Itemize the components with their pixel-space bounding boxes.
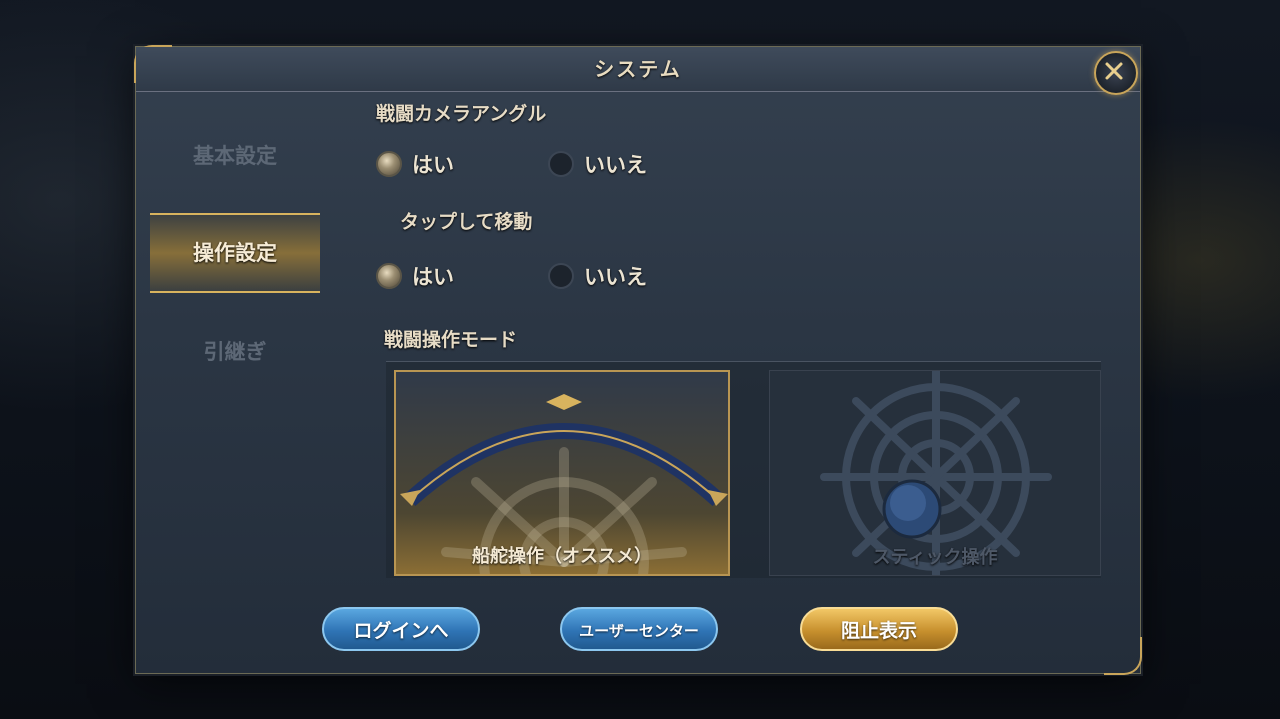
sidebar-item-transfer[interactable]: 引継ぎ [150, 327, 320, 377]
login-button[interactable]: ログインへ [322, 607, 480, 651]
camera-angle-no-radio[interactable]: いいえ [548, 149, 647, 179]
tap-move-yes-radio[interactable]: はい [376, 261, 454, 291]
tap-move-label: タップして移動 [400, 211, 533, 233]
radio-indicator [376, 263, 402, 289]
radio-label: はい [412, 153, 454, 177]
camera-angle-label: 戦闘カメラアングル [376, 103, 547, 125]
dialog-titlebar: システム [136, 47, 1140, 92]
mode-card-wheel[interactable]: 船舵操作（オススメ） [394, 370, 730, 576]
corner-ornament [1104, 637, 1142, 675]
radio-label: はい [412, 265, 454, 289]
dialog-title: システム [594, 57, 682, 81]
block-list-button[interactable]: 阻止表示 [800, 607, 958, 651]
user-center-button[interactable]: ユーザーセンター [560, 607, 718, 651]
camera-angle-yes-radio[interactable]: はい [376, 149, 454, 179]
tap-move-no-radio[interactable]: いいえ [548, 261, 647, 291]
mode-label-stick: スティック操作 [872, 547, 998, 568]
sidebar-item-controls[interactable]: 操作設定 [150, 213, 320, 293]
radio-label: いいえ [584, 265, 647, 289]
battle-mode-label: 戦闘操作モード [384, 329, 518, 351]
close-button[interactable] [1094, 51, 1138, 95]
sidebar-item-basic[interactable]: 基本設定 [150, 131, 320, 181]
radio-indicator [548, 151, 574, 177]
mode-label-wheel: 船舵操作（オススメ） [472, 546, 652, 567]
system-dialog: システム 基本設定 操作設定 引継ぎ 戦闘カメラアングル はい いいえ タップし… [134, 45, 1142, 675]
mode-card-stick[interactable]: スティック操作 [769, 370, 1101, 576]
close-icon [1105, 62, 1123, 80]
radio-indicator [548, 263, 574, 289]
radio-indicator [376, 151, 402, 177]
settings-sidebar: 基本設定 操作設定 引継ぎ [136, 91, 326, 591]
battle-mode-selector: 船舵操作（オススメ） スティック操作 [386, 361, 1101, 578]
radio-label: いいえ [584, 153, 647, 177]
